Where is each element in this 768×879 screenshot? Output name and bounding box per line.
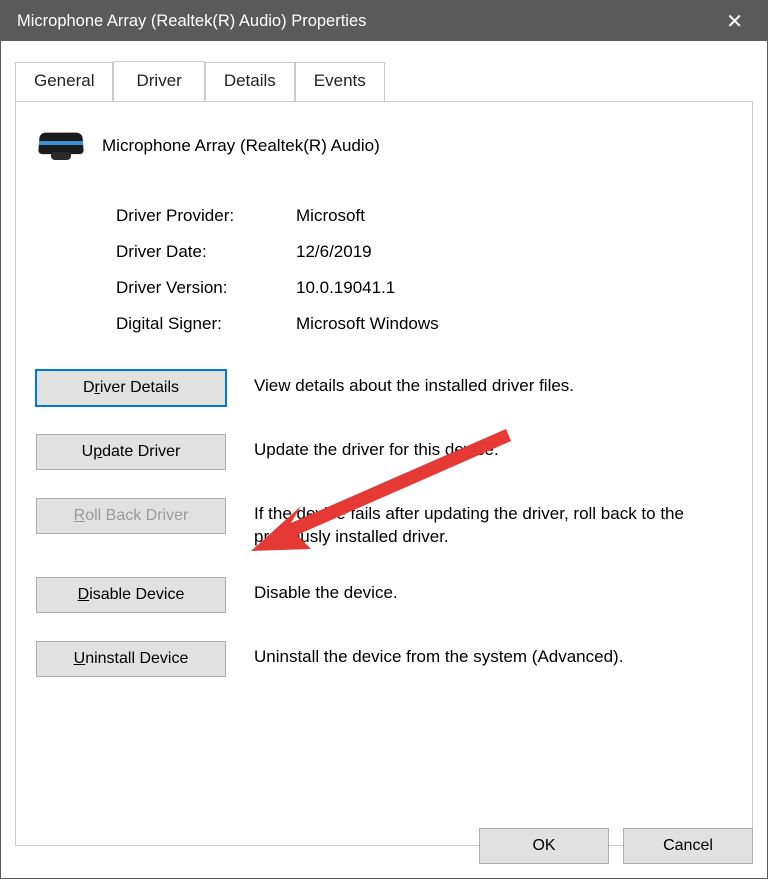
uninstall-device-button[interactable]: Uninstall Device <box>36 641 226 677</box>
device-name: Microphone Array (Realtek(R) Audio) <box>102 136 380 156</box>
uninstall-device-desc: Uninstall the device from the system (Ad… <box>254 641 623 669</box>
roll-back-driver-desc: If the device fails after updating the d… <box>254 498 694 549</box>
close-icon[interactable]: ✕ <box>718 9 751 34</box>
date-value: 12/6/2019 <box>296 242 372 262</box>
provider-value: Microsoft <box>296 206 365 226</box>
tab-strip: General Driver Details Events <box>15 61 753 101</box>
driver-details-button[interactable]: Driver Details <box>36 370 226 406</box>
driver-info-grid: Driver Provider: Microsoft Driver Date: … <box>116 206 732 334</box>
tab-general[interactable]: General <box>15 62 113 102</box>
content-area: General Driver Details Events Microphone… <box>1 41 767 878</box>
signer-label: Digital Signer: <box>116 314 296 334</box>
provider-label: Driver Provider: <box>116 206 296 226</box>
disable-device-button[interactable]: Disable Device <box>36 577 226 613</box>
dialog-footer: OK Cancel <box>479 828 753 864</box>
titlebar: Microphone Array (Realtek(R) Audio) Prop… <box>1 1 767 41</box>
info-row-signer: Digital Signer: Microsoft Windows <box>116 314 732 334</box>
device-header: Microphone Array (Realtek(R) Audio) <box>36 126 732 166</box>
signer-value: Microsoft Windows <box>296 314 439 334</box>
update-driver-desc: Update the driver for this device. <box>254 434 499 462</box>
tab-driver[interactable]: Driver <box>113 61 204 101</box>
driver-details-desc: View details about the installed driver … <box>254 370 574 398</box>
action-row-details: Driver Details View details about the in… <box>36 370 732 406</box>
update-driver-button[interactable]: Update Driver <box>36 434 226 470</box>
info-row-date: Driver Date: 12/6/2019 <box>116 242 732 262</box>
action-row-disable: Disable Device Disable the device. <box>36 577 732 613</box>
version-label: Driver Version: <box>116 278 296 298</box>
action-row-uninstall: Uninstall Device Uninstall the device fr… <box>36 641 732 677</box>
window-title: Microphone Array (Realtek(R) Audio) Prop… <box>17 12 718 31</box>
action-row-rollback: Roll Back Driver If the device fails aft… <box>36 498 732 549</box>
driver-tab-panel: Microphone Array (Realtek(R) Audio) Driv… <box>15 101 753 846</box>
disable-device-desc: Disable the device. <box>254 577 398 605</box>
cancel-button[interactable]: Cancel <box>623 828 753 864</box>
roll-back-driver-button: Roll Back Driver <box>36 498 226 534</box>
version-value: 10.0.19041.1 <box>296 278 395 298</box>
tab-details[interactable]: Details <box>205 62 295 102</box>
info-row-version: Driver Version: 10.0.19041.1 <box>116 278 732 298</box>
info-row-provider: Driver Provider: Microsoft <box>116 206 732 226</box>
action-row-update: Update Driver Update the driver for this… <box>36 434 732 470</box>
tab-events[interactable]: Events <box>295 62 385 102</box>
device-icon <box>36 126 86 166</box>
ok-button[interactable]: OK <box>479 828 609 864</box>
properties-dialog: Microphone Array (Realtek(R) Audio) Prop… <box>0 0 768 879</box>
date-label: Driver Date: <box>116 242 296 262</box>
